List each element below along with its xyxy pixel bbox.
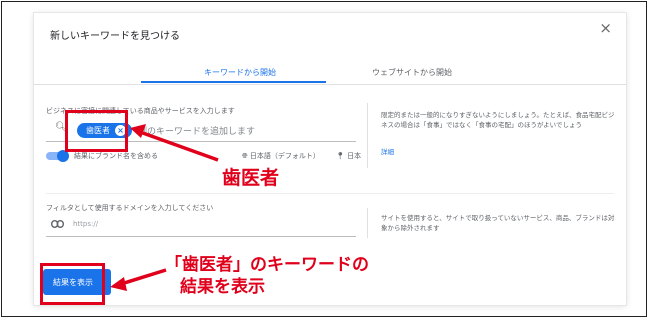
results-arrow-head (110, 277, 127, 291)
results-callout-line2: 結果を表示 (180, 277, 265, 297)
keyword-arrow-head (130, 124, 146, 138)
keyword-callout-text: 歯医者 (222, 167, 280, 189)
